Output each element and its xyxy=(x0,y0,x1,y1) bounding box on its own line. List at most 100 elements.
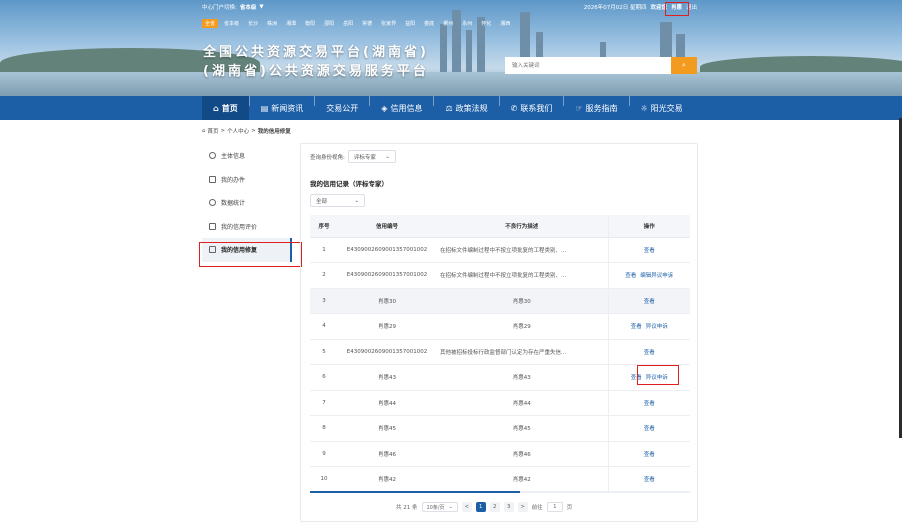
page-number-button[interactable]: 2 xyxy=(489,502,500,512)
nav-item[interactable]: ☞ 服务指南 xyxy=(564,96,628,120)
appeal-link[interactable]: 编辑异议申诉 xyxy=(640,273,673,279)
header-banner xyxy=(0,0,902,96)
search-input[interactable] xyxy=(505,57,671,74)
identity-filter-label: 查询身份视角: xyxy=(310,154,345,161)
behavior-description: 肖惠30 xyxy=(436,288,608,314)
site-switcher[interactable]: 中心门户切换: 省本级 ▼ xyxy=(202,3,264,11)
city-tab[interactable]: 湘西 xyxy=(497,19,513,28)
city-tab[interactable]: 省本级 xyxy=(221,19,242,28)
nav-item[interactable]: ✆ 联系我们 xyxy=(500,96,564,120)
city-tab[interactable]: 湘潭 xyxy=(283,19,299,28)
row-number: 8 xyxy=(310,415,338,442)
view-link[interactable]: 查看 xyxy=(644,299,655,305)
behavior-description: 肖惠42 xyxy=(436,466,608,493)
search-button[interactable]: ⌕ xyxy=(671,57,697,74)
page-size-select[interactable]: 10条/页 ⌄ xyxy=(421,502,458,512)
sidebar-item[interactable]: 数据统计 xyxy=(202,191,292,215)
credit-code: 肖惠45 xyxy=(338,415,436,442)
credit-code: E430900260900135700100​2 xyxy=(338,237,436,263)
home-icon: ⌂ xyxy=(202,128,206,134)
credit-code: E4309002609001357001002 xyxy=(338,262,436,289)
row-number: 1 xyxy=(310,237,338,263)
nav-item[interactable]: ◈ 信用信息 xyxy=(370,96,433,120)
table-row: 7 肖惠44 肖惠44 查看 xyxy=(310,390,690,416)
city-tab[interactable]: 怀化 xyxy=(478,19,494,28)
city-tab[interactable]: 长沙 xyxy=(245,19,261,28)
nav-item-label: 服务指南 xyxy=(585,103,618,113)
city-tab[interactable]: 常德 xyxy=(359,19,375,28)
city-tab[interactable]: 全省 xyxy=(202,18,219,28)
credit-icon: ◈ xyxy=(381,103,388,113)
breadcrumb-home[interactable]: 首页 xyxy=(208,127,219,135)
credit-panel: 查询身份视角: 评标专家 ⌄ 我的信用记录（评标专家） 全部 ⌄ 序号 信用编号不… xyxy=(300,143,698,522)
row-number: 3 xyxy=(310,288,338,314)
page-number-button[interactable]: 1 xyxy=(475,502,486,512)
behavior-description: 肖惠43 xyxy=(436,364,608,391)
city-tab[interactable]: 郴州 xyxy=(440,19,456,28)
city-tab[interactable]: 岳阳 xyxy=(340,19,356,28)
row-actions: 查看 xyxy=(607,237,690,263)
city-tab[interactable]: 株洲 xyxy=(264,19,280,28)
nav-item[interactable]: ⚖ 政策法规 xyxy=(434,96,498,120)
table-horizontal-scrollbar[interactable] xyxy=(310,491,690,493)
table-row: 5 E4309002609001357001002 其他被招标投标行政监督部门认定为… xyxy=(310,339,690,365)
behavior-description: 肖惠45 xyxy=(436,415,608,442)
file-icon xyxy=(209,175,216,183)
page-unit: 页 xyxy=(566,505,573,511)
city-tab[interactable]: 娄底 xyxy=(421,19,437,28)
credit-code: 肖惠44 xyxy=(338,390,436,416)
view-link[interactable]: 查看 xyxy=(644,350,655,356)
row-actions: 查看 xyxy=(607,415,690,442)
sidebar-item[interactable]: 主体信息 xyxy=(202,144,292,168)
sidebar-item[interactable]: 我的办件 xyxy=(202,168,292,192)
row-actions: 查看 xyxy=(607,288,690,314)
table-row: 4 肖惠29 肖惠29 查看 异议申诉 xyxy=(310,313,690,340)
nav-item[interactable]: 交易公开 xyxy=(315,96,369,120)
sidebar-item-label: 我的办件 xyxy=(221,176,246,184)
view-link[interactable]: 查看 xyxy=(644,452,655,458)
page-number-button[interactable]: 3 xyxy=(503,502,514,512)
credit-code: 肖惠29 xyxy=(338,313,436,340)
city-tab[interactable]: 益阳 xyxy=(402,19,418,28)
appeal-link[interactable]: 异议申诉 xyxy=(646,324,668,330)
nav-item[interactable]: ☼ 阳光交易 xyxy=(630,96,694,120)
city-tab[interactable]: 张家界 xyxy=(378,19,399,28)
view-link[interactable]: 查看 xyxy=(644,477,655,483)
view-link[interactable]: 查看 xyxy=(644,401,655,407)
nav-item[interactable]: ▤ 新闻资讯 xyxy=(250,96,315,120)
row-actions: 查看 编辑异议申诉 xyxy=(607,262,690,289)
identity-filter: 查询身份视角: 评标专家 ⌄ xyxy=(310,150,396,163)
table-row: 10 肖惠42 肖惠42 查看 xyxy=(310,466,690,493)
row-number: 9 xyxy=(310,441,338,467)
table-row: 3 肖惠30 肖惠30 查看 xyxy=(310,288,690,314)
appeal-highlight-box xyxy=(637,365,679,385)
current-date: 2026年07月02日 星期四 xyxy=(583,5,647,11)
goto-page-input[interactable]: 1 xyxy=(546,502,563,512)
city-tab[interactable]: 永州 xyxy=(459,19,475,28)
view-link[interactable]: 查看 xyxy=(631,324,642,330)
nav-item-label: 交易公开 xyxy=(326,103,359,113)
breadcrumb-current: 我的信用修复 xyxy=(257,129,291,135)
behavior-description: 肖惠29 xyxy=(436,313,608,340)
view-link[interactable]: 查看 xyxy=(644,248,655,254)
city-tabs: 全省 省本级 长沙 株洲 湘潭 衡阳 邵阳 岳阳 常德 张家界 益阳 娄底 郴州 永州 怀化 湘西 xyxy=(202,17,697,29)
city-tab[interactable]: 邵阳 xyxy=(321,19,337,28)
sun-icon: ☼ xyxy=(640,103,648,113)
city-tab[interactable]: 衡阳 xyxy=(302,19,318,28)
view-link[interactable]: 查看 xyxy=(644,426,655,432)
identity-select[interactable]: 评标专家 ⌄ xyxy=(347,150,396,163)
breadcrumb-separator: > xyxy=(220,128,226,134)
prev-page-button[interactable]: < xyxy=(461,502,472,512)
view-link[interactable]: 查看 xyxy=(625,273,636,279)
behavior-description: 在招标文件编制过程中不按立项批复的工程类别、... xyxy=(436,237,608,263)
identity-select-value: 评标专家 xyxy=(353,154,376,161)
row-actions: 查看 xyxy=(607,390,690,416)
clock-icon xyxy=(209,199,216,207)
page-size-value: 10条/页 xyxy=(426,504,445,511)
nav-item[interactable]: ⌂ 首页 xyxy=(202,96,249,120)
status-select[interactable]: 全部 ⌄ xyxy=(310,194,365,207)
breadcrumb-personal-center[interactable]: 个人中心 xyxy=(227,127,249,135)
next-page-button[interactable]: > xyxy=(517,502,528,512)
status-select-value: 全部 xyxy=(316,198,328,205)
sidebar-item[interactable]: 我的信用评价 xyxy=(202,215,292,239)
